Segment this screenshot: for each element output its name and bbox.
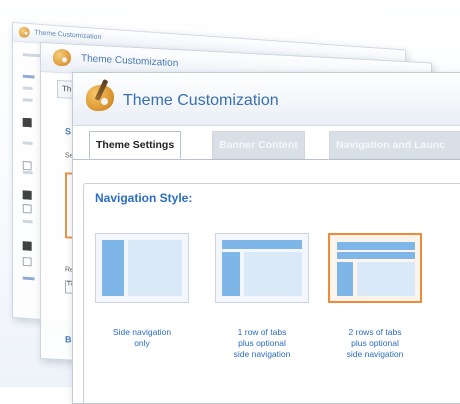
section-title: Navigation Style: — [95, 191, 193, 205]
tab-label: Theme Settings — [96, 139, 175, 151]
option-one-row-tabs[interactable] — [215, 233, 309, 303]
option-label-line: 1 row of tabs — [237, 327, 287, 337]
option-label-line: side navigation — [346, 349, 404, 359]
tab-divider — [73, 159, 460, 160]
back-window-checkbox[interactable] — [22, 117, 32, 128]
tab-theme-settings[interactable]: Theme Settings — [89, 131, 182, 159]
option-thumbnail — [215, 233, 309, 303]
tab-banner-content[interactable]: Banner Content — [212, 131, 305, 159]
tab-label: Banner Content — [219, 139, 298, 151]
back-window-checkbox[interactable] — [22, 241, 32, 251]
option-label-line: plus optional — [238, 338, 286, 348]
thumb-content — [128, 240, 182, 296]
option-label-line: only — [134, 338, 150, 348]
tab-label: Navigation and Launc — [336, 139, 446, 151]
option-label-line: side navigation — [233, 349, 291, 359]
option-label-line: plus optional — [351, 338, 399, 348]
thumb-tab-row — [337, 242, 415, 250]
front-window-title: Theme Customization — [123, 92, 279, 109]
tab-navigation-and-launch[interactable]: Navigation and Launc — [329, 131, 460, 159]
option-label: 2 rows of tabs plus optional side naviga… — [330, 327, 420, 360]
middle-section-label: S — [65, 126, 72, 137]
front-window-titlebar: Theme Customization — [73, 73, 460, 126]
back-window-checkbox[interactable] — [22, 190, 32, 200]
front-window: Theme Customization Theme Settings Banne… — [72, 72, 460, 404]
thumb-sidebar — [102, 240, 124, 296]
thumb-content — [357, 262, 415, 296]
middle-bottom-label: B — [65, 334, 72, 345]
tab-bar: Theme Settings Banner Content Navigation… — [89, 131, 460, 159]
back-window-checkbox[interactable] — [22, 256, 32, 267]
option-label-line: 2 rows of tabs — [348, 327, 402, 337]
back-window-title: Theme Customization — [34, 29, 102, 41]
option-label: Side navigation only — [97, 327, 187, 349]
palette-icon — [18, 26, 30, 38]
middle-window-title: Theme Customization — [81, 53, 179, 70]
back-window-checkbox[interactable] — [22, 160, 32, 171]
thumb-sidebar — [337, 262, 353, 296]
back-window-checkbox[interactable] — [22, 204, 32, 214]
palette-icon — [53, 48, 71, 67]
option-two-row-tabs[interactable] — [328, 233, 422, 303]
option-side-navigation[interactable] — [95, 233, 189, 303]
thumb-sidebar — [222, 252, 240, 296]
thumb-content — [244, 252, 302, 296]
option-label-line: Side navigation — [112, 327, 172, 337]
thumb-tab-row — [337, 252, 415, 259]
option-thumbnail — [328, 233, 422, 303]
option-label: 1 row of tabs plus optional side navigat… — [217, 327, 307, 360]
thumb-tab-row — [222, 240, 302, 249]
option-thumbnail — [95, 233, 189, 303]
